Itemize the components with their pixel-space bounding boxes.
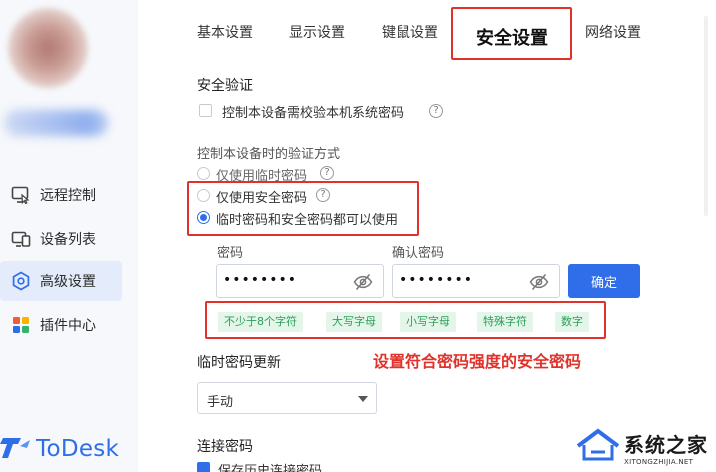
help-icon[interactable]: ? bbox=[429, 104, 443, 118]
brand-name: ToDesk bbox=[36, 436, 120, 462]
house-logo-icon bbox=[576, 428, 620, 466]
brand-logo: ToDesk bbox=[0, 432, 119, 466]
eye-hidden-icon[interactable] bbox=[529, 273, 549, 291]
tab-network-settings[interactable]: 网络设置 bbox=[585, 22, 641, 42]
scrollbar[interactable] bbox=[704, 16, 708, 216]
remote-control-icon bbox=[10, 184, 32, 206]
eye-hidden-icon[interactable] bbox=[353, 273, 373, 291]
sidebar: 远程控制 设备列表 高级设置 插件中心 ToDesk bbox=[0, 0, 138, 472]
select-value: 手动 bbox=[207, 395, 234, 410]
confirm-button[interactable]: 确定 bbox=[568, 264, 640, 298]
radio-both-passwords[interactable] bbox=[197, 211, 210, 224]
help-icon[interactable]: ? bbox=[320, 166, 334, 180]
radio-security-password-only[interactable] bbox=[197, 189, 210, 202]
sidebar-item-label: 设备列表 bbox=[40, 232, 96, 248]
sidebar-item-remote-control[interactable]: 远程控制 bbox=[0, 175, 122, 215]
avatar[interactable] bbox=[8, 8, 88, 88]
requirement-tag-digit: 数字 bbox=[555, 312, 589, 332]
sidebar-item-label: 插件中心 bbox=[40, 318, 96, 334]
settings-tabs: 基本设置 显示设置 键鼠设置 安全设置 网络设置 bbox=[138, 0, 716, 62]
tab-basic-settings[interactable]: 基本设置 bbox=[197, 22, 253, 42]
save-history-password-label: 保存历史连接密码 bbox=[218, 464, 323, 472]
tab-security-settings[interactable]: 安全设置 bbox=[476, 24, 548, 50]
sidebar-item-plugin-center[interactable]: 插件中心 bbox=[0, 305, 122, 345]
watermark-sub: XITONGZHIJIA.NET bbox=[624, 457, 694, 466]
tab-keyboard-mouse-settings[interactable]: 键鼠设置 bbox=[382, 22, 438, 42]
device-list-icon bbox=[10, 228, 32, 250]
sidebar-item-label: 高级设置 bbox=[40, 274, 96, 290]
requirement-tag-special-char: 特殊字符 bbox=[477, 312, 533, 332]
security-verify-title: 安全验证 bbox=[197, 78, 253, 94]
tab-display-settings[interactable]: 显示设置 bbox=[289, 22, 345, 42]
advanced-settings-icon bbox=[10, 270, 32, 292]
password-value: •••••••• bbox=[223, 272, 298, 288]
help-icon[interactable]: ? bbox=[316, 188, 330, 202]
sidebar-item-device-list[interactable]: 设备列表 bbox=[0, 219, 122, 259]
verify-local-password-checkbox[interactable] bbox=[199, 104, 212, 117]
plugin-center-icon bbox=[10, 314, 32, 336]
sidebar-item-advanced-settings[interactable]: 高级设置 bbox=[0, 261, 122, 301]
save-history-password-checkbox[interactable] bbox=[197, 462, 210, 472]
todesk-logo-icon bbox=[0, 432, 30, 466]
requirement-tag-lowercase: 小写字母 bbox=[400, 312, 456, 332]
verify-local-password-label: 控制本设备需校验本机系统密码 bbox=[222, 106, 405, 121]
radio-temp-password-only[interactable] bbox=[197, 167, 210, 180]
temp-password-update-select[interactable]: 手动 bbox=[197, 382, 377, 414]
requirement-tag-uppercase: 大写字母 bbox=[326, 312, 382, 332]
requirement-tag-min-length: 不少于8个字符 bbox=[218, 312, 303, 332]
sidebar-item-label: 远程控制 bbox=[40, 188, 96, 204]
profile-area bbox=[0, 0, 138, 160]
confirm-password-label: 确认密码 bbox=[392, 246, 445, 261]
temp-password-update-title: 临时密码更新 bbox=[197, 355, 281, 371]
watermark-main: 系统之家 bbox=[624, 432, 708, 457]
confirm-password-input[interactable]: •••••••• bbox=[392, 264, 560, 298]
password-label: 密码 bbox=[217, 246, 244, 261]
radio-label-temp-password-only: 仅使用临时密码 bbox=[216, 169, 308, 184]
caret-down-icon bbox=[358, 396, 368, 402]
connect-password-title: 连接密码 bbox=[197, 439, 253, 455]
verify-method-title: 控制本设备时的验证方式 bbox=[197, 147, 341, 162]
password-input[interactable]: •••••••• bbox=[216, 264, 384, 298]
confirm-password-value: •••••••• bbox=[399, 272, 474, 288]
watermark: 系统之家 XITONGZHIJIA.NET bbox=[576, 428, 708, 466]
radio-label-security-password-only: 仅使用安全密码 bbox=[216, 191, 308, 206]
account-name-blurred bbox=[4, 110, 108, 136]
radio-label-both-passwords: 临时密码和安全密码都可以使用 bbox=[216, 213, 399, 228]
annotation-text: 设置符合密码强度的安全密码 bbox=[373, 352, 582, 371]
